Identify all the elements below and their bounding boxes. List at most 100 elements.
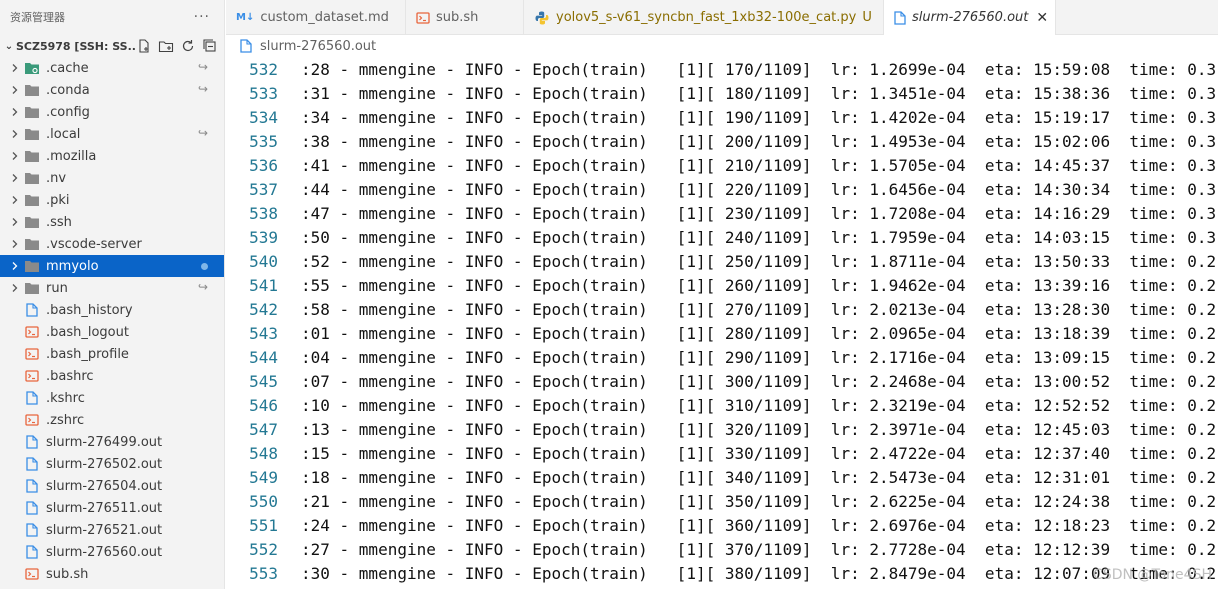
chevron-right-icon[interactable]	[8, 195, 22, 205]
line-text[interactable]: :04 - mmengine - INFO - Epoch(train) [1]…	[278, 348, 1216, 367]
line-text[interactable]: :30 - mmengine - INFO - Epoch(train) [1]…	[278, 564, 1216, 583]
line-text[interactable]: :28 - mmengine - INFO - Epoch(train) [1]…	[278, 60, 1216, 79]
line-text[interactable]: :52 - mmengine - INFO - Epoch(train) [1]…	[278, 252, 1216, 271]
file-item-dot-kshrc[interactable]: .kshrc	[0, 387, 224, 409]
folder-item-mmyolo[interactable]: mmyolo	[0, 255, 224, 277]
file-item-slurm-276511-out[interactable]: slurm-276511.out	[0, 497, 224, 519]
editor-line[interactable]: 537:44 - mmengine - INFO - Epoch(train) …	[226, 177, 1218, 201]
editor-line[interactable]: 533:31 - mmengine - INFO - Epoch(train) …	[226, 81, 1218, 105]
editor-line[interactable]: 543:01 - mmengine - INFO - Epoch(train) …	[226, 321, 1218, 345]
folder-item-run[interactable]: run ↪	[0, 277, 224, 299]
chevron-right-icon[interactable]	[8, 261, 22, 271]
folder-item-dot-mozilla[interactable]: .mozilla	[0, 145, 224, 167]
more-actions-icon[interactable]: ···	[194, 9, 210, 25]
folder-item-dot-conda[interactable]: .conda ↪	[0, 79, 224, 101]
workspace-root[interactable]: ⌄ SCZ5978 [SSH: SS...	[0, 34, 224, 58]
line-text[interactable]: :58 - mmengine - INFO - Epoch(train) [1]…	[278, 300, 1216, 319]
file-item-dot-bash-logout[interactable]: .bash_logout	[0, 321, 224, 343]
chevron-right-icon[interactable]	[8, 283, 22, 293]
folder-item-dot-nv[interactable]: .nv	[0, 167, 224, 189]
folder-item-dot-pki[interactable]: .pki	[0, 189, 224, 211]
editor-content[interactable]: 532:28 - mmengine - INFO - Epoch(train) …	[226, 57, 1218, 589]
tab-yolov5-config-py[interactable]: yolov5_s-v61_syncbn_fast_1xb32-100e_cat.…	[524, 0, 884, 35]
folder-item-dot-local[interactable]: .local ↪	[0, 123, 224, 145]
editor-line[interactable]: 536:41 - mmengine - INFO - Epoch(train) …	[226, 153, 1218, 177]
line-text[interactable]: :18 - mmengine - INFO - Epoch(train) [1]…	[278, 468, 1216, 487]
tab-sub-sh[interactable]: sub.sh	[406, 0, 524, 35]
tab-custom-dataset-md[interactable]: M↓ custom_dataset.md	[226, 0, 406, 35]
editor-line[interactable]: 544:04 - mmengine - INFO - Epoch(train) …	[226, 345, 1218, 369]
chevron-right-icon[interactable]	[8, 173, 22, 183]
line-text[interactable]: :15 - mmengine - INFO - Epoch(train) [1]…	[278, 444, 1216, 463]
line-number: 548	[249, 443, 278, 463]
item-label: .cache	[46, 60, 89, 76]
editor-line[interactable]: 550:21 - mmengine - INFO - Epoch(train) …	[226, 489, 1218, 513]
editor-line[interactable]: 546:10 - mmengine - INFO - Epoch(train) …	[226, 393, 1218, 417]
line-text[interactable]: :31 - mmengine - INFO - Epoch(train) [1]…	[278, 84, 1216, 103]
new-file-icon[interactable]	[136, 38, 152, 54]
line-text[interactable]: :41 - mmengine - INFO - Epoch(train) [1]…	[278, 156, 1216, 175]
line-text[interactable]: :13 - mmengine - INFO - Epoch(train) [1]…	[278, 420, 1216, 439]
chevron-right-icon[interactable]	[8, 129, 22, 139]
line-number: 537	[249, 179, 278, 199]
editor-line[interactable]: 545:07 - mmengine - INFO - Epoch(train) …	[226, 369, 1218, 393]
editor-line[interactable]: 538:47 - mmengine - INFO - Epoch(train) …	[226, 201, 1218, 225]
file-item-dot-bash-history[interactable]: .bash_history	[0, 299, 224, 321]
editor-line[interactable]: 552:27 - mmengine - INFO - Epoch(train) …	[226, 537, 1218, 561]
file-item-slurm-276504-out[interactable]: slurm-276504.out	[0, 475, 224, 497]
folder-item-dot-cache[interactable]: .cache ↪	[0, 57, 224, 79]
editor-line[interactable]: 549:18 - mmengine - INFO - Epoch(train) …	[226, 465, 1218, 489]
file-item-slurm-276502-out[interactable]: slurm-276502.out	[0, 453, 224, 475]
line-text[interactable]: :34 - mmengine - INFO - Epoch(train) [1]…	[278, 108, 1216, 127]
line-text[interactable]: :21 - mmengine - INFO - Epoch(train) [1]…	[278, 492, 1216, 511]
editor-line[interactable]: 535:38 - mmengine - INFO - Epoch(train) …	[226, 129, 1218, 153]
folder-item-dot-ssh[interactable]: .ssh	[0, 211, 224, 233]
line-text[interactable]: :07 - mmengine - INFO - Epoch(train) [1]…	[278, 372, 1216, 391]
editor-line[interactable]: 539:50 - mmengine - INFO - Epoch(train) …	[226, 225, 1218, 249]
file-icon	[240, 39, 252, 53]
folder-item-dot-vscode-server[interactable]: .vscode-server	[0, 233, 224, 255]
chevron-right-icon[interactable]	[8, 217, 22, 227]
line-text[interactable]: :24 - mmengine - INFO - Epoch(train) [1]…	[278, 516, 1216, 535]
close-icon[interactable]: ✕	[1036, 10, 1048, 26]
chevron-down-icon[interactable]: ⌄	[2, 41, 16, 52]
editor-line[interactable]: 551:24 - mmengine - INFO - Epoch(train) …	[226, 513, 1218, 537]
chevron-right-icon[interactable]	[8, 63, 22, 73]
file-item-slurm-276560-out[interactable]: slurm-276560.out	[0, 541, 224, 563]
line-text[interactable]: :50 - mmengine - INFO - Epoch(train) [1]…	[278, 228, 1216, 247]
editor-line[interactable]: 541:55 - mmengine - INFO - Epoch(train) …	[226, 273, 1218, 297]
breadcrumb-file[interactable]: slurm-276560.out	[260, 39, 376, 54]
editor-line[interactable]: 540:52 - mmengine - INFO - Epoch(train) …	[226, 249, 1218, 273]
chevron-right-icon[interactable]	[8, 85, 22, 95]
chevron-right-icon[interactable]	[8, 151, 22, 161]
editor-line[interactable]: 548:15 - mmengine - INFO - Epoch(train) …	[226, 441, 1218, 465]
folder-item-dot-config[interactable]: .config	[0, 101, 224, 123]
editor-line[interactable]: 532:28 - mmengine - INFO - Epoch(train) …	[226, 57, 1218, 81]
editor-line[interactable]: 542:58 - mmengine - INFO - Epoch(train) …	[226, 297, 1218, 321]
file-item-slurm-276521-out[interactable]: slurm-276521.out	[0, 519, 224, 541]
refresh-icon[interactable]	[180, 38, 196, 54]
file-item-dot-bashrc[interactable]: .bashrc	[0, 365, 224, 387]
line-text[interactable]: :55 - mmengine - INFO - Epoch(train) [1]…	[278, 276, 1216, 295]
line-text[interactable]: :27 - mmengine - INFO - Epoch(train) [1]…	[278, 540, 1216, 559]
line-text[interactable]: :01 - mmengine - INFO - Epoch(train) [1]…	[278, 324, 1216, 343]
tab-slurm-276560-out[interactable]: slurm-276560.out ✕	[884, 0, 1056, 35]
line-text[interactable]: :10 - mmengine - INFO - Epoch(train) [1]…	[278, 396, 1216, 415]
editor-line[interactable]: 547:13 - mmengine - INFO - Epoch(train) …	[226, 417, 1218, 441]
file-item-dot-bash-profile[interactable]: .bash_profile	[0, 343, 224, 365]
folder-icon	[24, 82, 40, 98]
collapse-all-icon[interactable]	[202, 38, 218, 54]
line-text[interactable]: :38 - mmengine - INFO - Epoch(train) [1]…	[278, 132, 1216, 151]
file-item-dot-zshrc[interactable]: .zshrc	[0, 409, 224, 431]
line-text[interactable]: :47 - mmengine - INFO - Epoch(train) [1]…	[278, 204, 1216, 223]
file-item-slurm-276499-out[interactable]: slurm-276499.out	[0, 431, 224, 453]
folder-icon	[24, 148, 40, 164]
line-number: 549	[249, 467, 278, 487]
editor-line[interactable]: 553:30 - mmengine - INFO - Epoch(train) …	[226, 561, 1218, 585]
editor-line[interactable]: 534:34 - mmengine - INFO - Epoch(train) …	[226, 105, 1218, 129]
file-item-sub-sh[interactable]: sub.sh	[0, 563, 224, 585]
chevron-right-icon[interactable]	[8, 239, 22, 249]
new-folder-icon[interactable]	[158, 38, 174, 54]
line-text[interactable]: :44 - mmengine - INFO - Epoch(train) [1]…	[278, 180, 1216, 199]
chevron-right-icon[interactable]	[8, 107, 22, 117]
